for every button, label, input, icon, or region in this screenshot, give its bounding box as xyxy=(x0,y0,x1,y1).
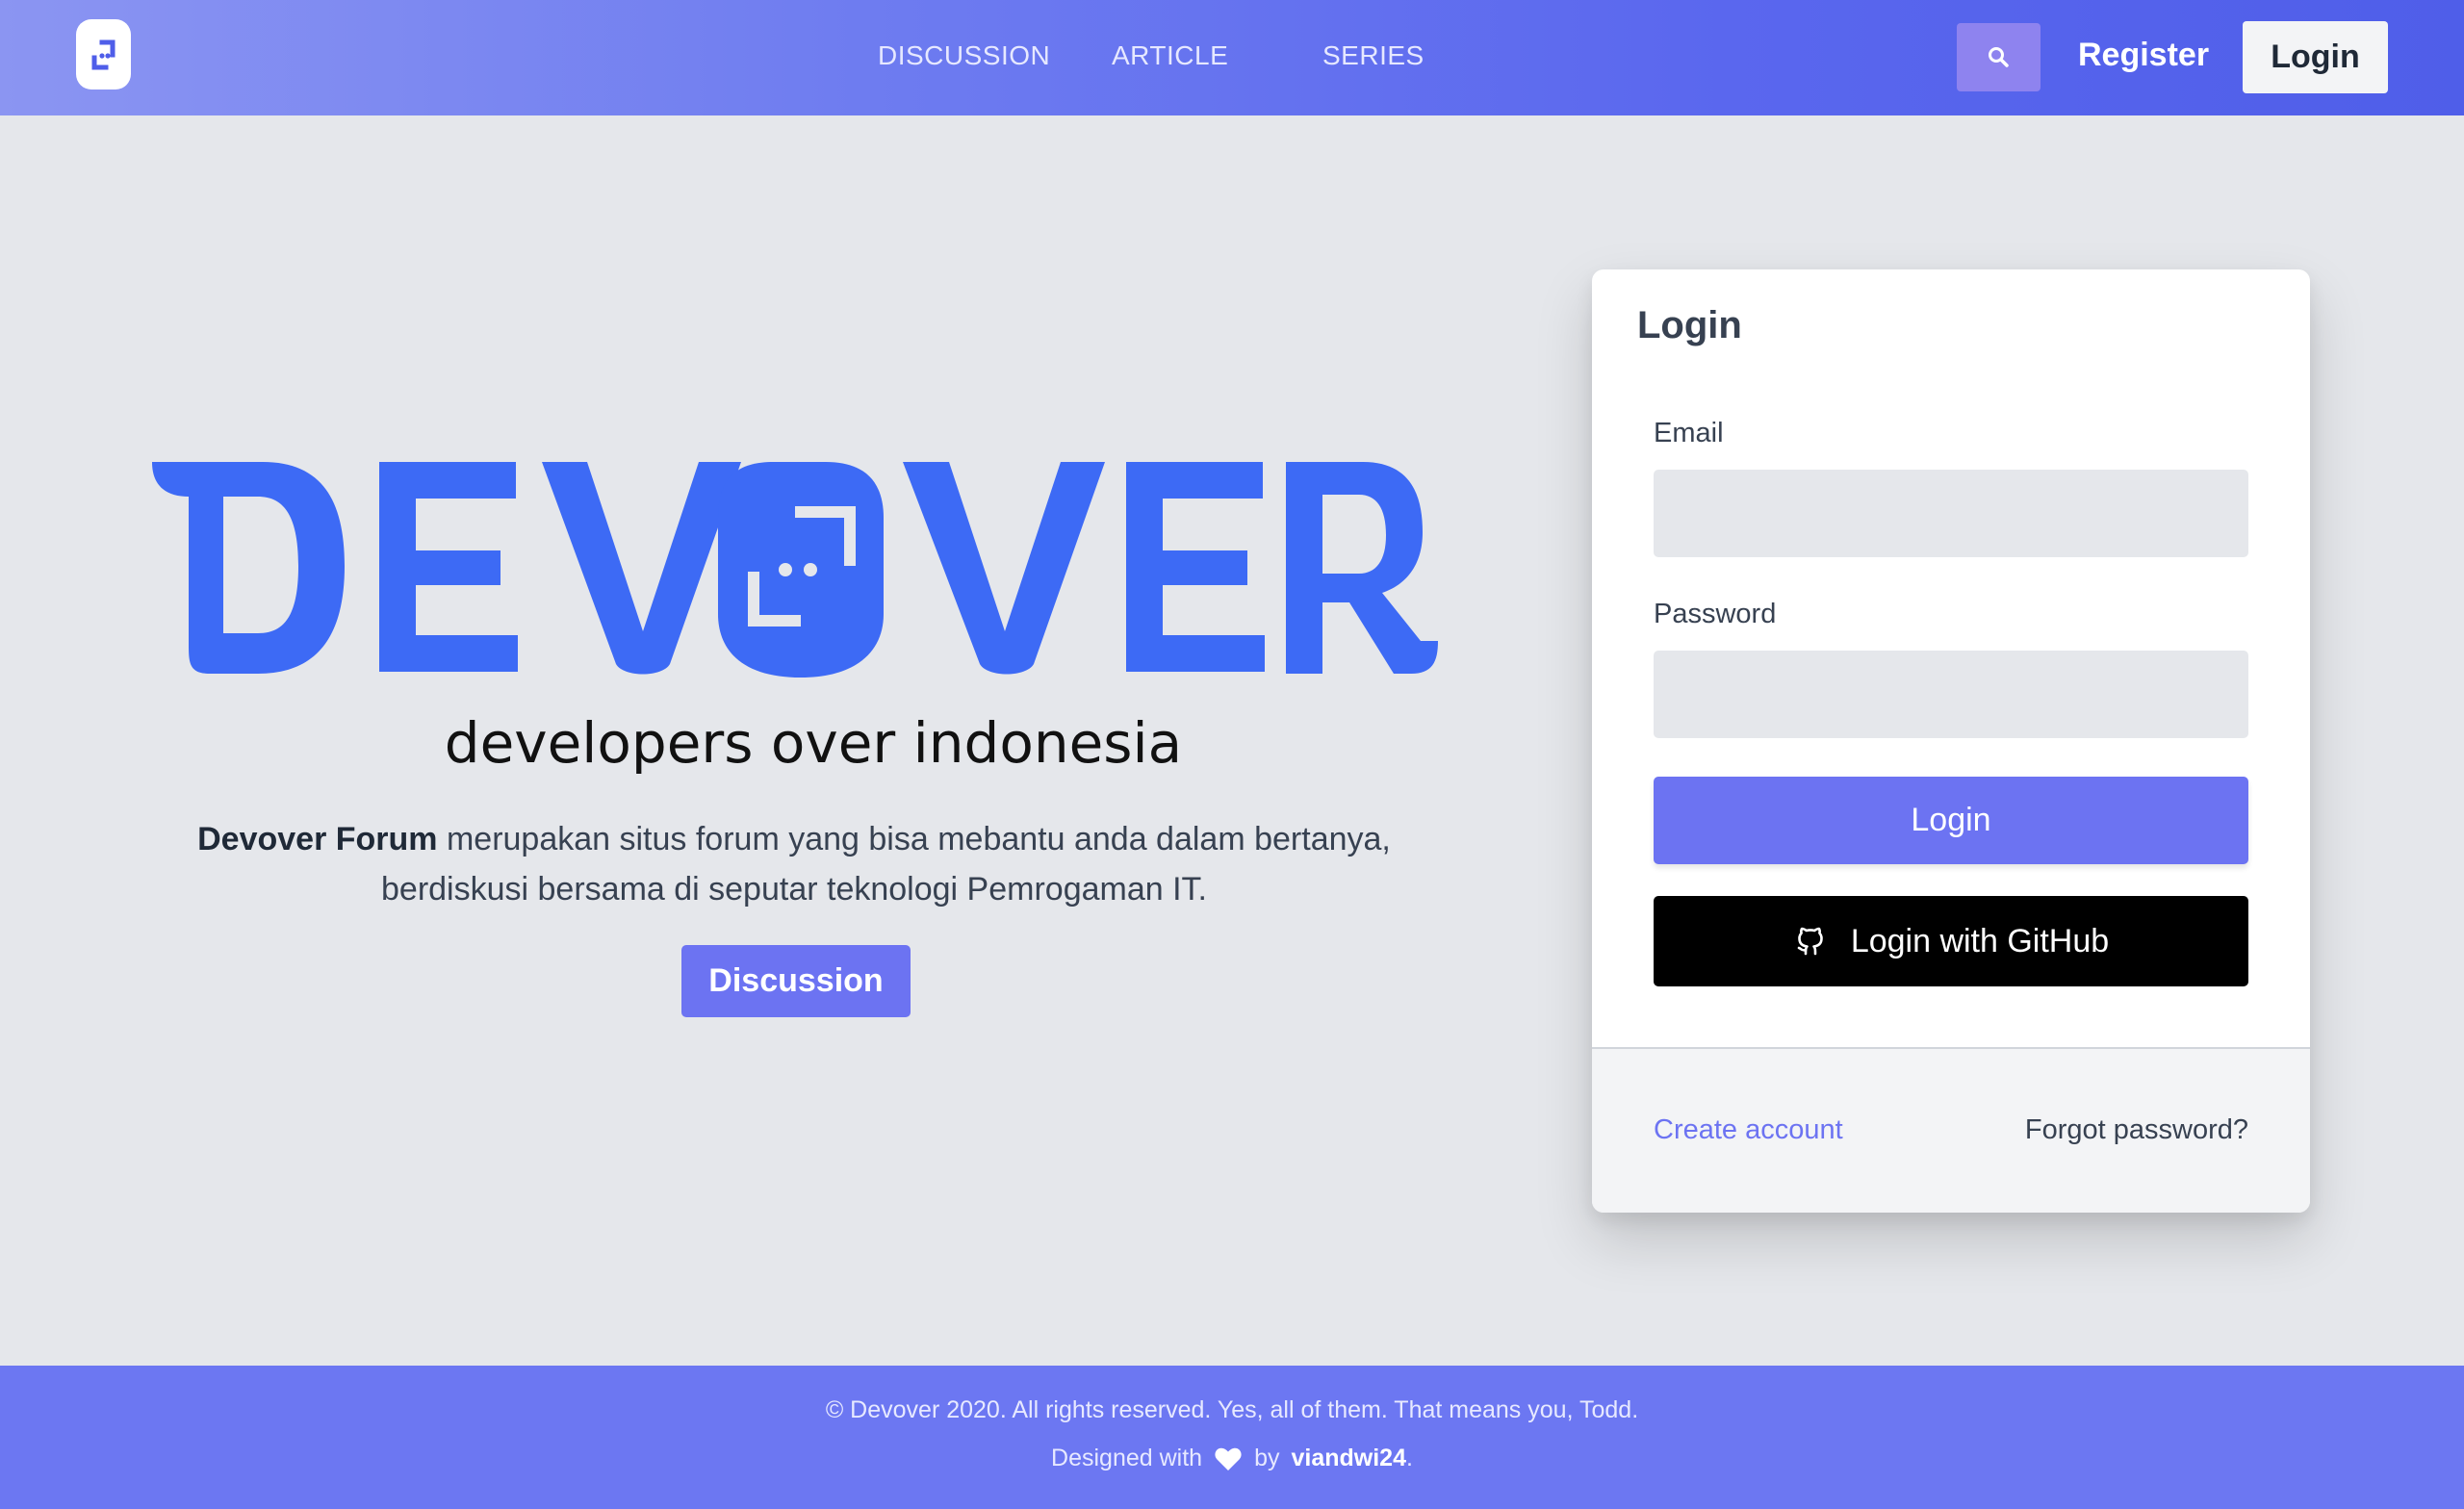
devover-wordmark-logo xyxy=(152,460,1440,679)
register-link[interactable]: Register xyxy=(2078,37,2209,74)
footer-period: . xyxy=(1405,1445,1413,1471)
site-footer: © Devover 2020. All rights reserved. Yes… xyxy=(0,1366,2464,1509)
login-card: Login Email Password Login Login with Gi… xyxy=(1592,269,2310,1213)
hero-description-line2: berdiskusi bersama di seputar teknologi … xyxy=(381,871,1207,908)
nav-link-discussion[interactable]: DISCUSSION xyxy=(878,40,1050,71)
nav-login-button[interactable]: Login xyxy=(2243,21,2388,93)
login-with-github-button[interactable]: Login with GitHub xyxy=(1654,896,2248,986)
footer-credit: Designed with by viandwi24. xyxy=(0,1445,2464,1472)
hero-description-bold: Devover Forum xyxy=(197,821,438,857)
login-card-title: Login xyxy=(1637,304,1742,346)
footer-copyright: © Devover 2020. All rights reserved. Yes… xyxy=(825,1396,1639,1423)
footer-by: by xyxy=(1254,1445,1280,1471)
page: DISCUSSION ARTICLE SERIES Register Login xyxy=(0,0,2464,1509)
search-icon xyxy=(1988,46,2009,67)
discussion-button[interactable]: Discussion xyxy=(681,945,911,1017)
create-account-link[interactable]: Create account xyxy=(1654,1114,1843,1146)
email-label: Email xyxy=(1654,418,1724,448)
login-submit-button[interactable]: Login xyxy=(1654,777,2248,864)
hero-description: Devover Forum merupakan situs forum yang… xyxy=(168,814,1420,914)
github-button-label: Login with GitHub xyxy=(1850,922,2110,959)
nav-link-series[interactable]: SERIES xyxy=(1322,40,1424,71)
password-field[interactable] xyxy=(1654,651,2248,738)
nav-link-article[interactable]: ARTICLE xyxy=(1112,40,1228,71)
email-field[interactable] xyxy=(1654,470,2248,557)
footer-designed-with: Designed with xyxy=(1051,1445,1203,1471)
hero-tagline: developers over indonesia xyxy=(444,710,1183,776)
top-navbar: DISCUSSION ARTICLE SERIES Register Login xyxy=(0,0,2464,115)
hero-description-line1: merupakan situs forum yang bisa mebantu … xyxy=(437,821,1391,857)
heart-icon xyxy=(1215,1447,1242,1471)
github-icon xyxy=(1797,927,1823,956)
login-card-footer: Create account Forgot password? xyxy=(1592,1047,2310,1213)
search-button[interactable] xyxy=(1957,23,2040,91)
password-label: Password xyxy=(1654,599,1777,629)
footer-author-link[interactable]: viandwi24 xyxy=(1291,1445,1406,1471)
forgot-password-link[interactable]: Forgot password? xyxy=(2025,1114,2248,1146)
